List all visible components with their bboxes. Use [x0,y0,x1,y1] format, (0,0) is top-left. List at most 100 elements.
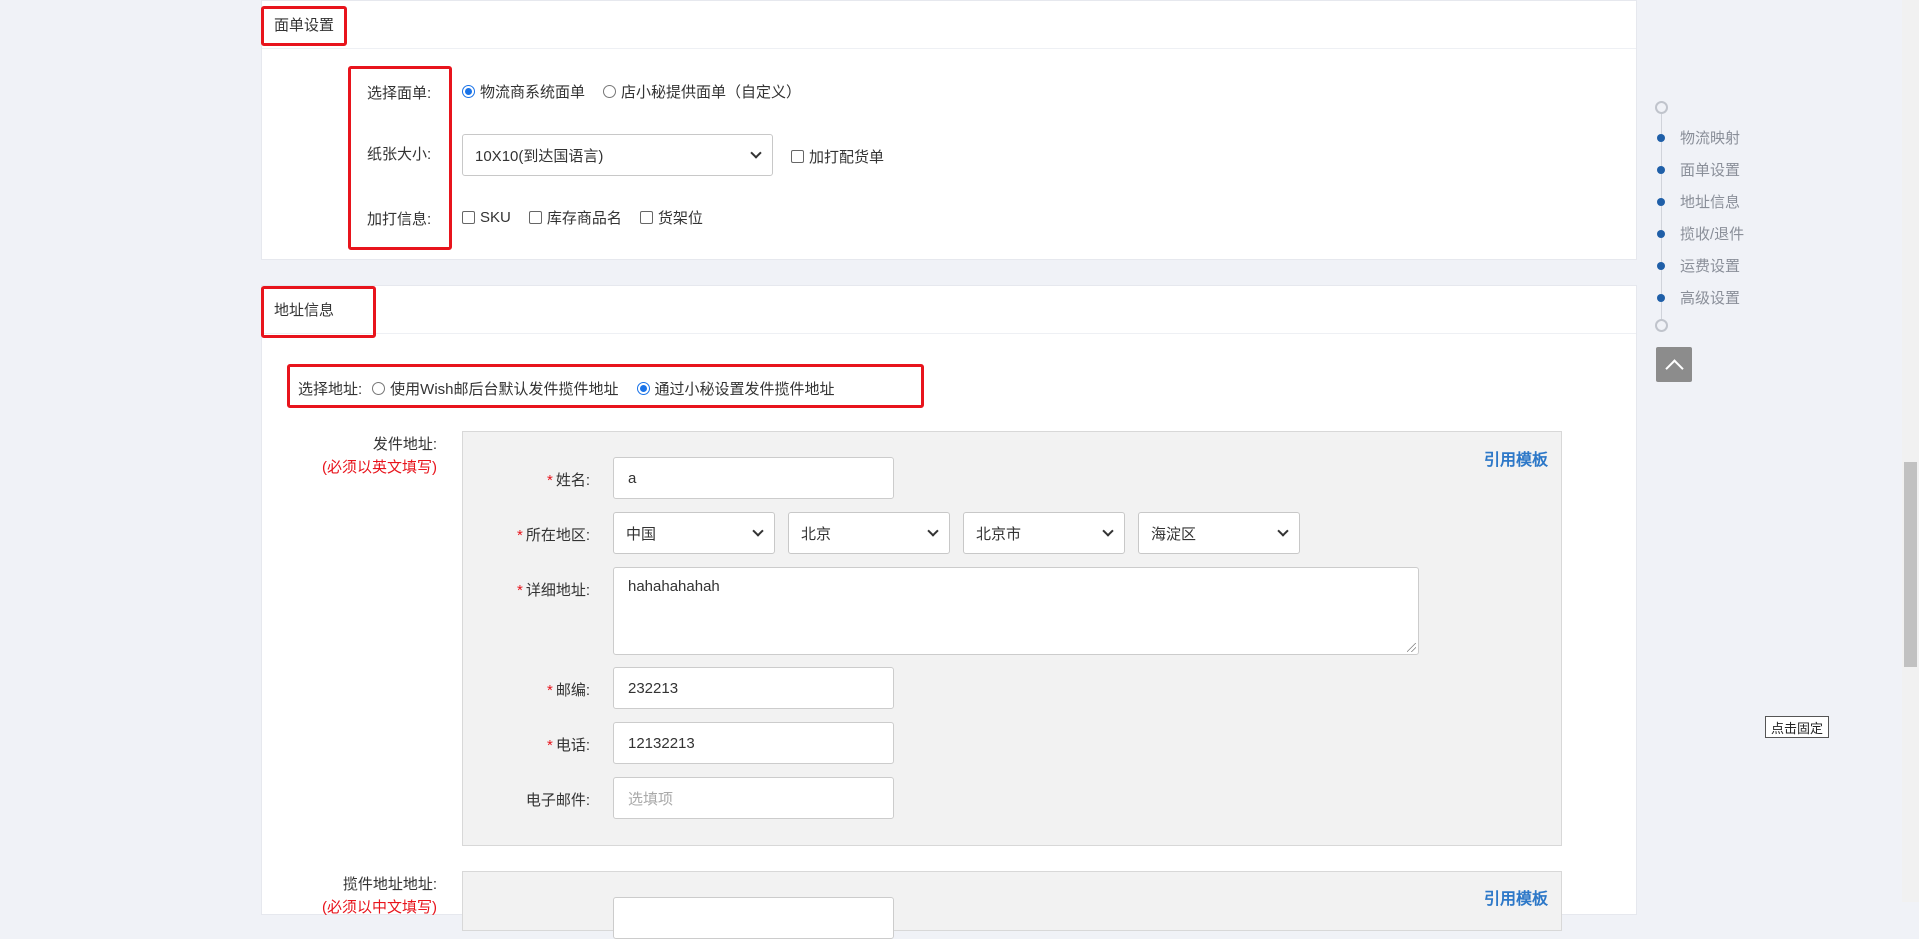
required-mark: * [516,527,523,544]
pickup-address-label: 揽件地址地址: [342,876,437,893]
checkbox-icon [639,211,653,224]
radio-label: 物流商系统面单 [480,84,586,101]
checkbox-label: 货架位 [657,210,703,227]
pickup-name-input[interactable] [613,897,894,939]
detail-address-textarea[interactable]: hahahahahah [613,567,1419,655]
nav-dot-icon [1657,293,1665,302]
city-value: 北京市 [976,525,1022,543]
nav-item-label: 地址信息 [1680,194,1741,211]
required-mark: * [516,582,523,599]
scrollbar-thumb[interactable] [1904,462,1917,667]
email-label: 电子邮件: [525,792,590,809]
chevron-down-icon [1277,525,1289,537]
zip-label: * 邮编: [547,679,590,700]
checkbox-shelf-location[interactable]: 货架位 [639,207,703,228]
select-address-label: 选择地址: [298,381,363,398]
extra-info-checkbox-group: SKU 库存商品名 货架位 [462,207,721,228]
address-info-header: 地址信息 [262,286,1636,334]
required-mark: * [546,737,553,754]
nav-item-address-info[interactable]: 地址信息 [1657,191,1740,212]
district-value: 海淀区 [1151,525,1197,543]
use-template-link[interactable]: 引用模板 [1484,446,1548,470]
chevron-down-icon [750,147,762,159]
radio-label: 使用Wish邮后台默认发件揽件地址 [390,381,619,398]
detail-address-label: * 详细地址: [517,579,590,600]
radio-label: 通过小秘设置发件揽件地址 [654,381,835,398]
sender-address-label: 发件地址: [372,436,437,453]
back-to-top-button[interactable] [1656,347,1692,382]
nav-dot-icon [1657,229,1665,238]
nav-dot-icon [1657,165,1665,174]
chevron-down-icon [752,525,764,537]
zip-label-text: 邮编: [555,682,590,699]
nav-top-ring-icon [1655,101,1668,114]
nav-item-label: 物流映射 [1680,130,1741,147]
pickup-use-template-link[interactable]: 引用模板 [1484,885,1548,909]
nav-dot-icon [1657,133,1665,142]
district-select[interactable]: 海淀区 [1138,512,1300,554]
nav-dot-icon [1657,197,1665,206]
required-mark: * [546,472,553,489]
phone-input[interactable]: 12132213 [613,722,894,764]
radio-unselected-icon [603,85,617,98]
select-form-label: 选择面单: [367,85,432,102]
checkbox-icon [528,211,542,224]
radio-dianxiaomi-custom-form[interactable]: 店小秘提供面单（自定义） [603,81,801,102]
checkbox-icon [462,211,475,224]
select-address-row: 选择地址: 使用Wish邮后台默认发件揽件地址 通过小秘设置发件揽件地址 [298,378,853,399]
detail-address-value: hahahahahah [628,578,720,595]
paper-size-select[interactable]: 10X10(到达国语言) [462,134,773,176]
chevron-down-icon [927,525,939,537]
radio-selected-icon [462,85,475,98]
sender-address-note: (必须以英文填写) [322,459,437,476]
radio-xiaomi-custom-address[interactable]: 通过小秘设置发件揽件地址 [636,378,835,399]
checkbox-icon [791,150,804,163]
region-label-text: 所在地区: [525,527,590,544]
add-packing-list-checkbox[interactable]: 加打配货单 [791,146,884,167]
nav-dot-icon [1657,261,1665,270]
paper-size-label: 纸张大小: [367,146,432,163]
chevron-down-icon [1102,525,1114,537]
country-value: 中国 [626,525,657,543]
radio-carrier-system-form[interactable]: 物流商系统面单 [462,81,585,102]
nav-item-form-settings[interactable]: 面单设置 [1657,159,1740,180]
checkbox-sku[interactable]: SKU [462,209,511,226]
city-select[interactable]: 北京市 [963,512,1125,554]
chevron-up-icon [1664,358,1684,378]
email-input[interactable]: 选填项 [613,777,894,819]
nav-item-logistics-mapping[interactable]: 物流映射 [1657,127,1740,148]
province-select[interactable]: 北京 [788,512,950,554]
nav-item-label: 面单设置 [1680,162,1741,179]
nav-item-label: 揽收/退件 [1680,226,1745,243]
radio-wish-default-address[interactable]: 使用Wish邮后台默认发件揽件地址 [372,378,619,399]
checkbox-label: SKU [480,209,511,226]
radio-selected-icon [636,382,650,395]
nav-item-pickup-return[interactable]: 揽收/退件 [1657,223,1744,244]
address-info-title: 地址信息 [274,302,335,319]
phone-label-text: 电话: [555,737,590,754]
form-settings-header: 面单设置 [262,1,1636,49]
zip-input[interactable]: 232213 [613,667,894,709]
nav-item-label: 高级设置 [1680,290,1741,307]
pickup-address-note: (必须以中文填写) [322,899,437,916]
form-settings-title: 面单设置 [274,17,335,34]
province-value: 北京 [801,525,832,543]
resize-handle-icon[interactable] [1407,643,1416,652]
name-label-text: 姓名: [555,472,590,489]
page-scrollbar[interactable] [1902,0,1919,902]
name-input[interactable]: a [613,457,894,499]
region-label: * 所在地区: [517,524,590,545]
form-type-radio-group: 物流商系统面单 店小秘提供面单（自定义） [462,81,819,102]
pin-tooltip[interactable]: 点击固定 [1765,716,1830,738]
nav-item-shipping-fee[interactable]: 运费设置 [1657,255,1740,276]
name-label: * 姓名: [547,469,590,490]
nav-item-advanced[interactable]: 高级设置 [1657,287,1740,308]
extra-info-label: 加打信息: [367,211,432,228]
nav-bottom-ring-icon [1655,319,1668,332]
detail-address-label-text: 详细地址: [525,582,590,599]
checkbox-stock-product-name[interactable]: 库存商品名 [528,207,622,228]
radio-unselected-icon [372,382,386,395]
checkbox-label: 加打配货单 [809,149,885,166]
country-select[interactable]: 中国 [613,512,775,554]
checkbox-label: 库存商品名 [546,210,622,227]
